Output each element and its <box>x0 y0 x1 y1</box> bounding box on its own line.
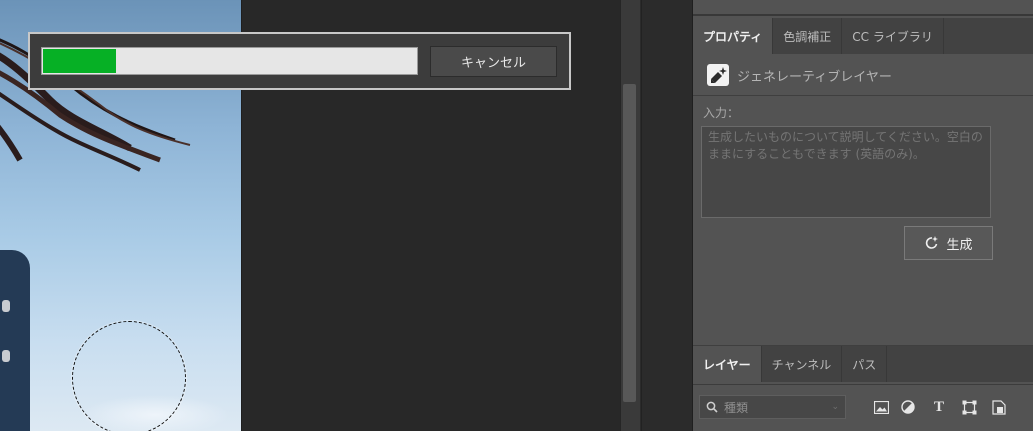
image-filter-icon[interactable] <box>873 399 889 415</box>
tab-channels[interactable]: チャンネル <box>762 346 843 382</box>
filter-kind-label: 種類 <box>724 400 749 415</box>
progress-dialog: キャンセル <box>28 32 571 90</box>
layer-type-header: ジェネレーティブレイヤー <box>707 64 892 86</box>
panel-dock-gap <box>641 0 691 431</box>
progress-bar <box>41 47 418 75</box>
panel-top-strip <box>693 0 1033 16</box>
progress-bar-fill <box>43 49 116 73</box>
properties-tabbar: プロパティ 色調補正 CC ライブラリ <box>693 18 1033 54</box>
divider <box>693 95 1033 96</box>
uniform-button <box>2 350 10 362</box>
layers-filter-bar: 種類 ⌄ T <box>693 384 1033 431</box>
tab-layers[interactable]: レイヤー <box>693 346 762 382</box>
generate-sparkle-icon <box>926 236 939 249</box>
smart-object-filter-icon[interactable] <box>991 399 1007 415</box>
layer-type-label: ジェネレーティブレイヤー <box>737 69 892 85</box>
tab-paths[interactable]: パス <box>842 346 888 382</box>
uniform-figure <box>0 250 30 431</box>
tab-adjustments[interactable]: 色調補正 <box>773 18 843 54</box>
filter-kind-select[interactable]: 種類 ⌄ <box>699 395 846 419</box>
scrollbar-thumb[interactable] <box>623 84 636 402</box>
layers-tabbar: レイヤー チャンネル パス <box>693 346 1033 382</box>
shape-filter-icon[interactable] <box>961 399 977 415</box>
right-panel-dock: プロパティ 色調補正 CC ライブラリ ジェネレーティブレイヤー 入力： 生成 … <box>692 0 1033 431</box>
uniform-button <box>2 300 10 312</box>
prompt-input-label: 入力： <box>703 106 740 120</box>
prompt-input[interactable] <box>701 126 991 218</box>
search-icon <box>706 401 718 413</box>
cancel-button[interactable]: キャンセル <box>430 46 557 77</box>
tab-properties[interactable]: プロパティ <box>693 18 774 54</box>
chevron-down-icon: ⌄ <box>831 402 839 412</box>
type-filter-icon[interactable]: T <box>931 399 947 415</box>
generate-button[interactable]: 生成 <box>904 226 993 260</box>
tab-cc-libraries[interactable]: CC ライブラリ <box>842 18 944 54</box>
generative-layer-icon <box>707 64 729 86</box>
elliptical-selection-marquee[interactable] <box>72 321 186 431</box>
adjustment-filter-icon[interactable] <box>900 399 916 415</box>
generate-button-label: 生成 <box>946 237 973 253</box>
